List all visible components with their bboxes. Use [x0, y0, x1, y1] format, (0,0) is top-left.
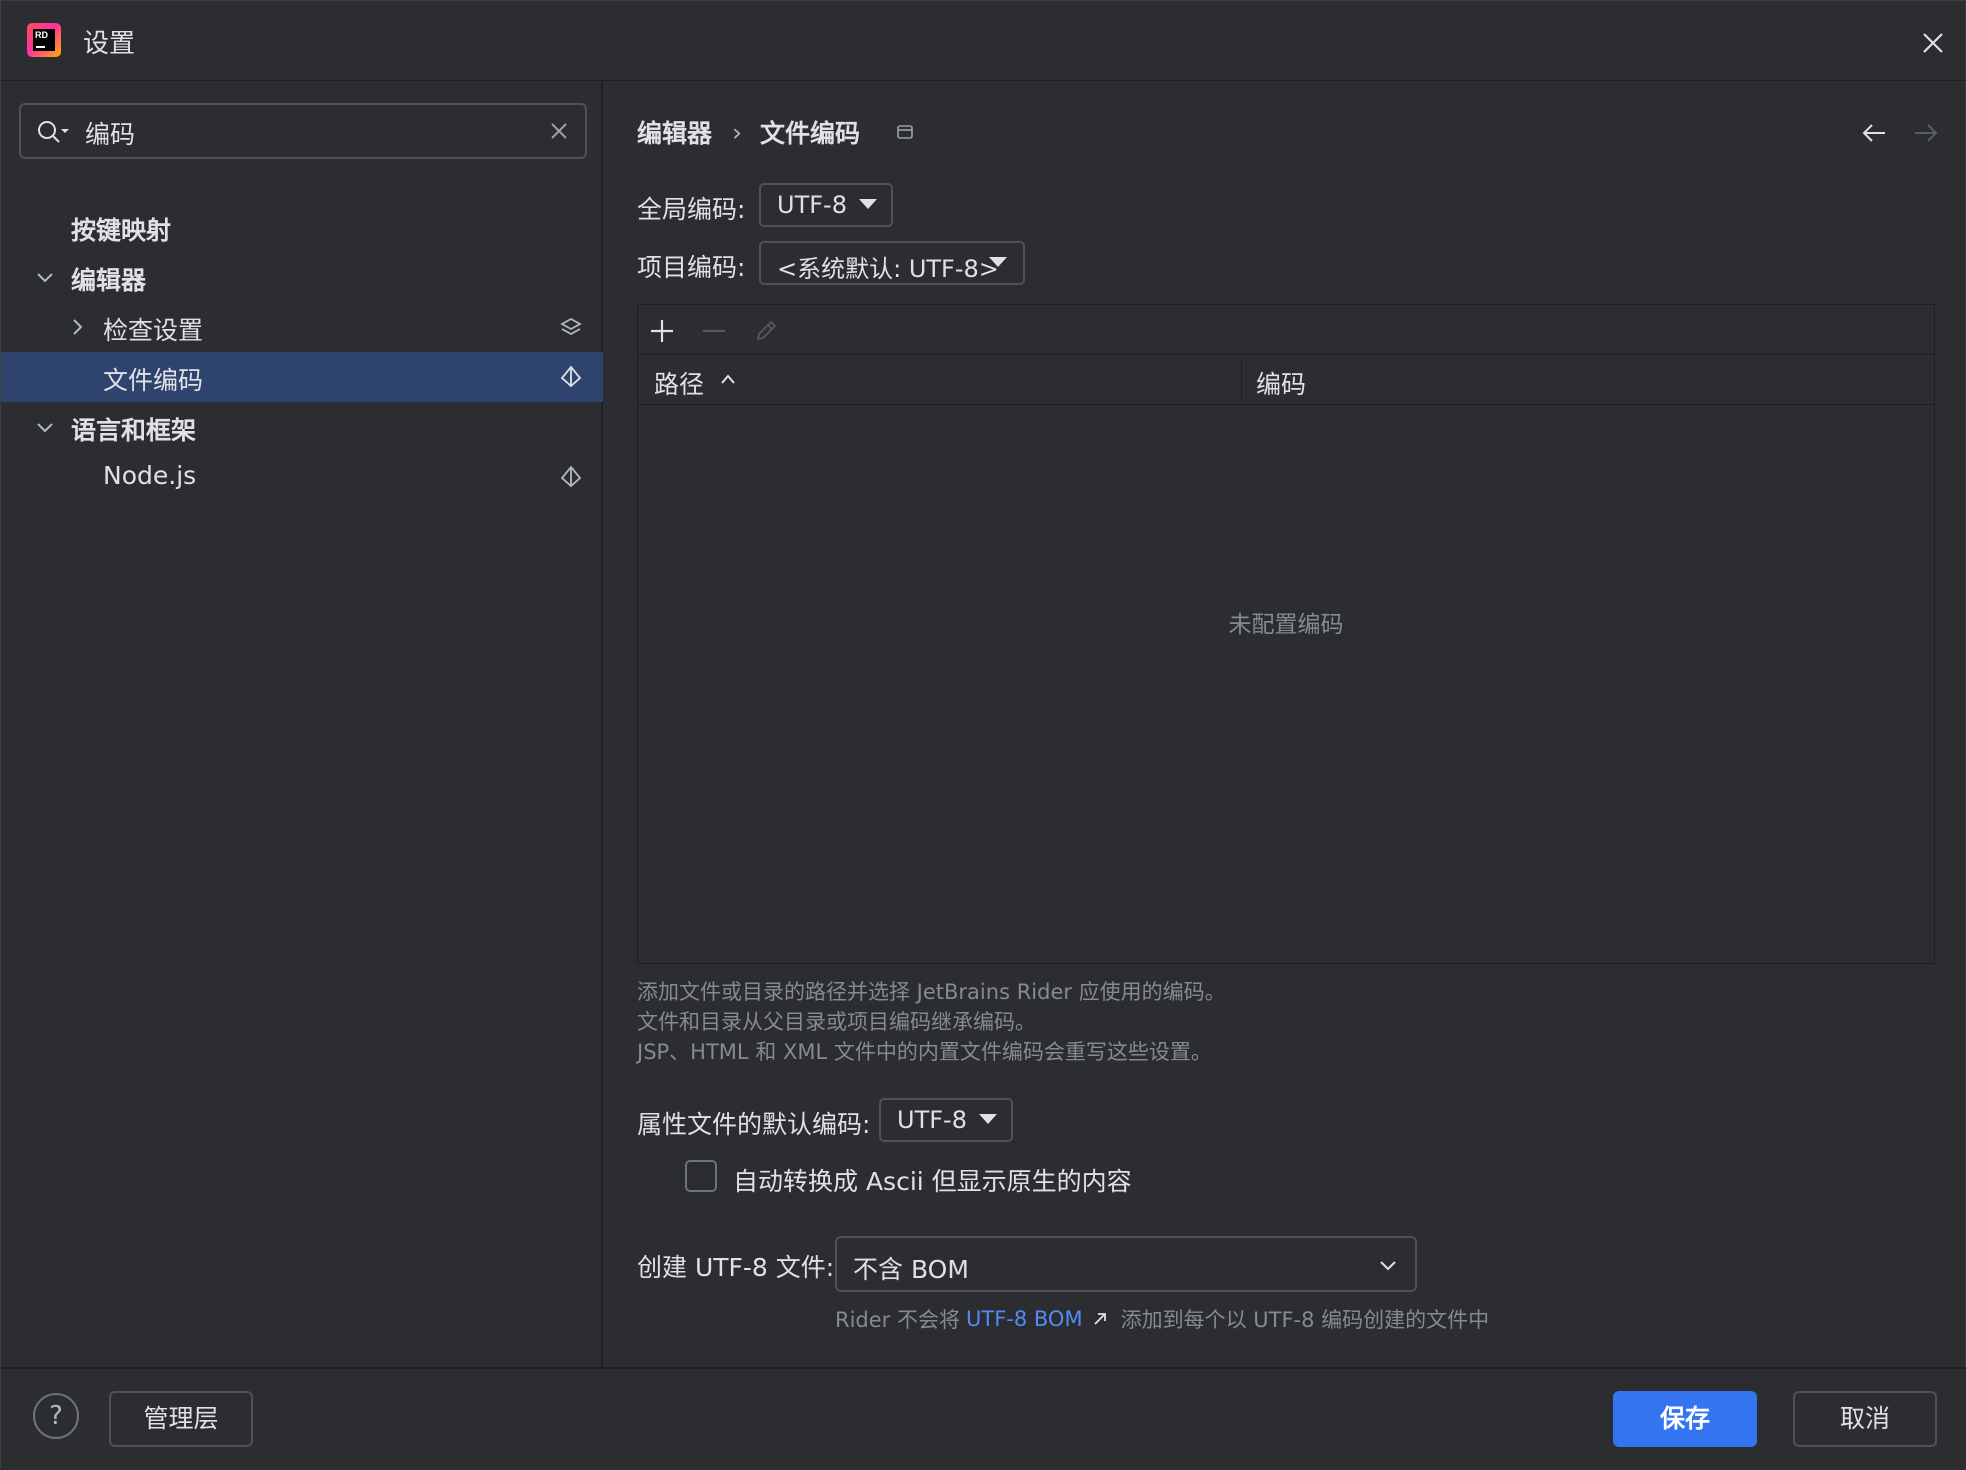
external-link-icon[interactable]: [1091, 1310, 1109, 1328]
bom-link[interactable]: UTF-8 BOM: [966, 1307, 1083, 1331]
global-encoding-select[interactable]: UTF-8: [759, 183, 893, 227]
table-toolbar: [638, 305, 1934, 355]
dialog-footer: ? 管理层 保存 取消: [1, 1367, 1966, 1470]
search-icon: [38, 121, 69, 143]
bom-hint-prefix: Rider 不会将: [835, 1308, 960, 1332]
dropdown-arrow-icon: [979, 1114, 997, 1124]
properties-encoding-value: UTF-8: [897, 1106, 967, 1134]
breadcrumb-current: 文件编码: [760, 119, 861, 148]
hint-line: 添加文件或目录的路径并选择 JetBrains Rider 应使用的编码。: [637, 980, 1226, 1004]
chevron-right-icon[interactable]: [67, 317, 87, 337]
global-encoding-label: 全局编码:: [637, 195, 746, 224]
manage-layers-button[interactable]: 管理层: [109, 1391, 253, 1447]
window-icon[interactable]: [896, 123, 914, 141]
tree-item-keymap[interactable]: 按键映射: [1, 202, 603, 252]
properties-encoding-label: 属性文件的默认编码:: [637, 1110, 871, 1139]
layers-icon: [560, 317, 582, 336]
help-button[interactable]: ?: [33, 1393, 79, 1439]
edit-icon[interactable]: [752, 317, 780, 345]
tree-item-nodejs[interactable]: Node.js: [1, 452, 603, 502]
hint-line: 文件和目录从父目录或项目编码继承编码。: [637, 1010, 1036, 1034]
project-level-icon: [560, 365, 582, 388]
tree-item-label: 语言和框架: [71, 416, 197, 445]
chevron-down-icon: [1380, 1261, 1396, 1271]
close-icon[interactable]: [1913, 23, 1953, 63]
search-value: 编码: [85, 120, 136, 149]
auto-ascii-checkbox[interactable]: [685, 1160, 717, 1192]
global-encoding-value: UTF-8: [777, 191, 847, 219]
properties-encoding-select[interactable]: UTF-8: [879, 1098, 1013, 1142]
auto-ascii-label[interactable]: 自动转换成 Ascii 但显示原生的内容: [733, 1162, 1132, 1198]
encoding-mappings-table: 路径 编码 未配置编码: [637, 304, 1935, 964]
bom-label: 创建 UTF-8 文件:: [637, 1253, 835, 1282]
tree-item-file-encodings[interactable]: 文件编码: [1, 352, 603, 402]
settings-sidebar: 编码 按键映射 编辑器 检查设置 文件编码 语言和框架 Node.js: [1, 82, 603, 1367]
cancel-button[interactable]: 取消: [1793, 1391, 1937, 1447]
chevron-down-icon[interactable]: [35, 417, 55, 437]
title-bar: RD 设置: [1, 1, 1966, 81]
tree-item-label: 检查设置: [103, 316, 204, 345]
breadcrumb-separator: ›: [732, 117, 743, 147]
column-header-path[interactable]: 路径: [654, 365, 704, 401]
bom-hint-suffix: 添加到每个以 UTF-8 编码创建的文件中: [1120, 1308, 1490, 1332]
tree-item-inspections[interactable]: 检查设置: [1, 302, 603, 352]
tree-item-languages-frameworks[interactable]: 语言和框架: [1, 402, 603, 452]
sort-ascending-icon[interactable]: [718, 371, 738, 387]
chevron-down-icon[interactable]: [35, 267, 55, 287]
add-icon[interactable]: [648, 317, 676, 345]
settings-content: 编辑器 › 文件编码 全局编码: UTF-8 项目编码: <系统默认: UTF-…: [605, 82, 1965, 1367]
table-header: 路径 编码: [638, 355, 1934, 405]
tree-item-editor[interactable]: 编辑器: [1, 252, 603, 302]
save-button[interactable]: 保存: [1613, 1391, 1757, 1447]
project-encoding-select[interactable]: <系统默认: UTF-8>: [759, 241, 1025, 285]
table-empty-text: 未配置编码: [1228, 612, 1344, 638]
tree-item-label: 编辑器: [71, 266, 147, 295]
clear-search-icon[interactable]: [547, 119, 571, 143]
column-header-encoding[interactable]: 编码: [1256, 365, 1306, 401]
breadcrumb-parent[interactable]: 编辑器: [637, 114, 712, 150]
forward-arrow-icon[interactable]: [1911, 118, 1941, 148]
tree-item-label: Node.js: [103, 461, 197, 490]
hint-line: JSP、HTML 和 XML 文件中的内置文件编码会重写这些设置。: [637, 1040, 1212, 1064]
breadcrumb: 编辑器 › 文件编码: [637, 114, 914, 150]
dropdown-arrow-icon: [989, 257, 1007, 267]
project-encoding-value: <系统默认: UTF-8>: [777, 255, 999, 283]
tree-item-label: 按键映射: [71, 216, 172, 245]
remove-icon[interactable]: [700, 317, 728, 345]
settings-dialog: RD 设置 编码 按键映射 编辑器 检查设置 文件编码 语言和框架 Node.j…: [0, 0, 1966, 1470]
project-level-icon: [560, 465, 582, 488]
tree-item-label: 文件编码: [103, 366, 204, 395]
dialog-title: 设置: [83, 29, 136, 59]
back-arrow-icon[interactable]: [1859, 118, 1889, 148]
bom-hint: Rider 不会将 UTF-8 BOM 添加到每个以 UTF-8 编码创建的文件…: [835, 1304, 1489, 1334]
dropdown-arrow-icon: [859, 199, 877, 209]
search-input[interactable]: 编码: [19, 103, 587, 159]
project-encoding-label: 项目编码:: [637, 253, 746, 282]
rider-logo-icon: RD: [27, 23, 61, 57]
bom-select[interactable]: 不含 BOM: [835, 1236, 1417, 1292]
bom-value: 不含 BOM: [853, 1255, 969, 1284]
column-divider[interactable]: [1241, 359, 1242, 401]
